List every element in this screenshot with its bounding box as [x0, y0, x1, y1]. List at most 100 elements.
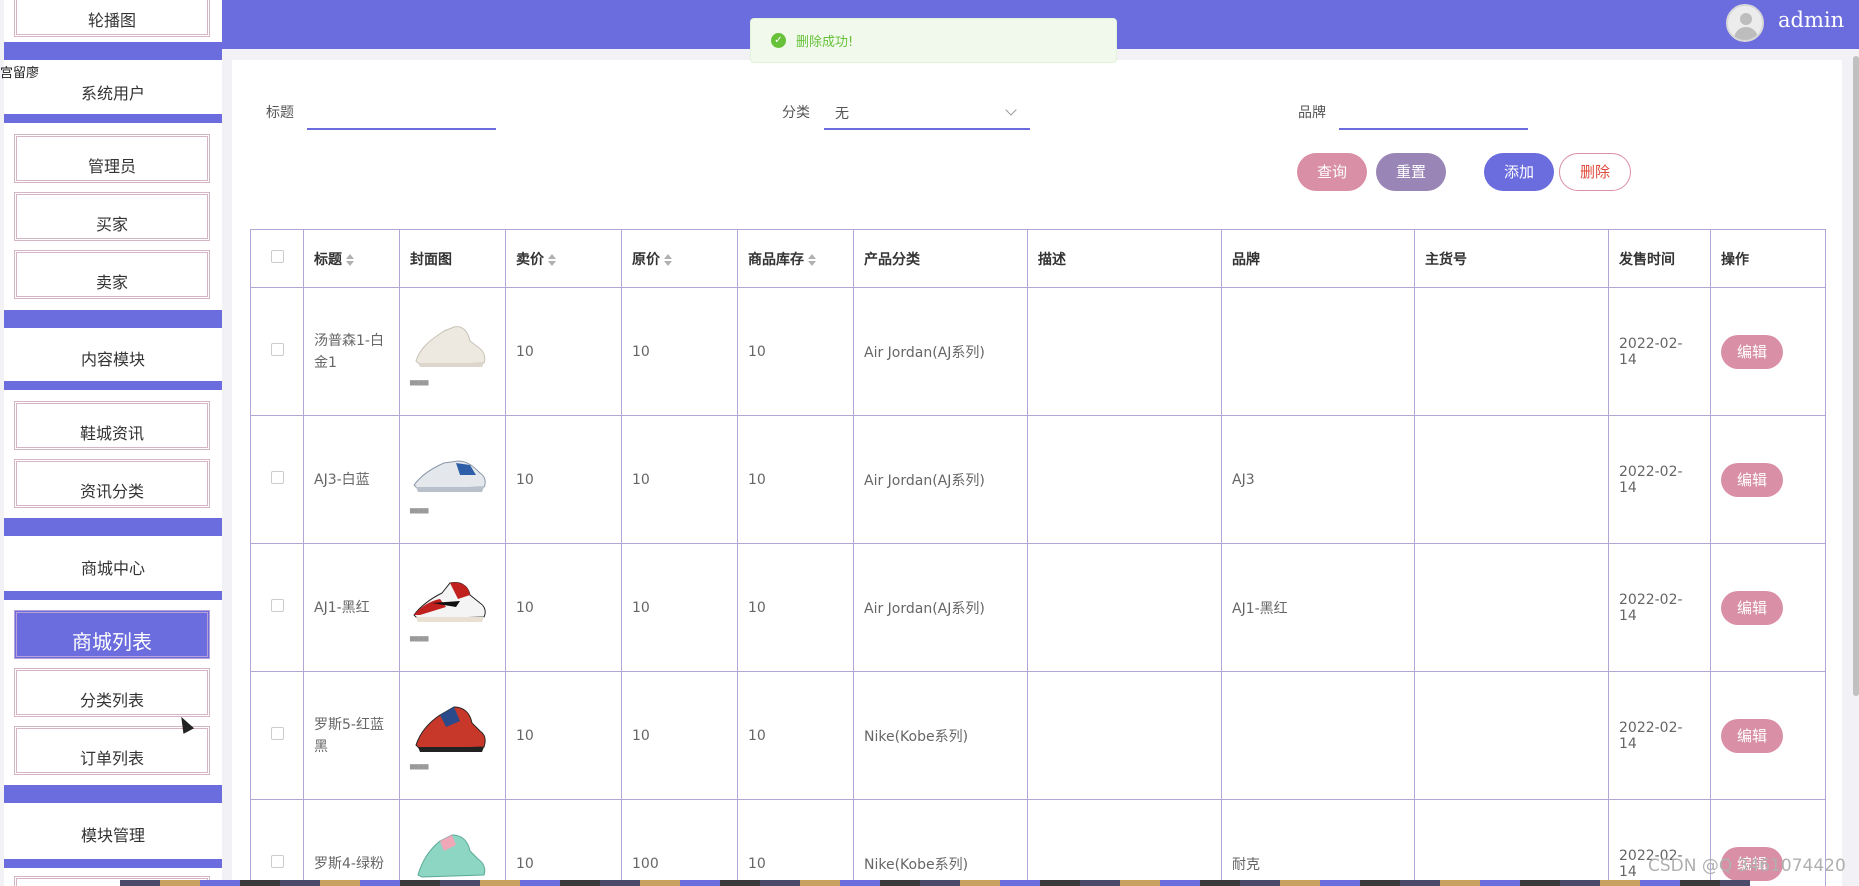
username-label[interactable]: admin: [1778, 8, 1844, 32]
cell-original-price: 10: [621, 543, 738, 672]
check-circle-icon: ✓: [771, 33, 786, 48]
taskbar-strip: [120, 880, 1750, 886]
product-table: 标题 封面图 卖价 原价 商品库存 产品分类 描述 品牌 主货号 发售时间 操作…: [250, 229, 1826, 886]
image-watermark-icon: ▆▆▆▆: [410, 507, 429, 514]
cell-stock: 10: [737, 799, 854, 886]
sort-icon[interactable]: [548, 253, 556, 266]
cell-category: Air Jordan(AJ系列): [853, 287, 1028, 416]
table-row[interactable]: AJ1-黑红 ▆▆▆▆ 10 10 10 Air Jordan(AJ系列) AJ1-黑红 20…: [250, 543, 1826, 672]
column-header-actions: 操作: [1710, 229, 1826, 288]
sidebar-divider: [4, 518, 222, 536]
cell-title: 汤普森1-白金1: [303, 287, 400, 416]
cell-price: 10: [505, 287, 622, 416]
cell-category: Nike(Kobe系列): [853, 671, 1028, 800]
brand-filter-input[interactable]: [1339, 104, 1528, 130]
row-checkbox[interactable]: [270, 599, 284, 612]
edit-button[interactable]: 编辑: [1721, 718, 1783, 753]
image-watermark-icon: ▆▆▆▆: [410, 635, 429, 642]
stray-label: 宫留廖: [0, 66, 40, 81]
cell-sku: [1414, 415, 1609, 544]
sidebar-group-system-users[interactable]: 系统用户: [4, 80, 222, 104]
cell-cover: ▆▆▆▆: [399, 287, 506, 416]
cell-brand: AJ3: [1221, 415, 1415, 544]
product-image[interactable]: [410, 829, 488, 886]
sidebar-group-content[interactable]: 内容模块: [4, 346, 222, 370]
sidebar-group-mall-center[interactable]: 商城中心: [4, 555, 222, 579]
cell-stock: 10: [737, 671, 854, 800]
edit-button[interactable]: 编辑: [1721, 590, 1783, 625]
column-header-release-date: 发售时间: [1608, 229, 1711, 288]
row-checkbox[interactable]: [270, 471, 284, 484]
page-scrollbar[interactable]: [1853, 56, 1859, 696]
image-watermark-icon: ▆▆▆▆: [410, 379, 429, 386]
cell-sku: [1414, 543, 1609, 672]
column-header-title[interactable]: 标题: [303, 229, 400, 288]
add-button[interactable]: 添加: [1484, 153, 1554, 191]
cell-stock: 10: [737, 415, 854, 544]
cell-actions: 编辑: [1710, 543, 1826, 672]
select-all-cell: [250, 229, 304, 288]
select-all-checkbox[interactable]: [270, 250, 284, 263]
sort-icon[interactable]: [664, 253, 672, 266]
row-checkbox[interactable]: [270, 855, 284, 868]
cell-description: [1027, 287, 1222, 416]
table-row[interactable]: 罗斯5-红蓝黑 ▆▆▆▆ 10 10 10 Nike(Kobe系列) 2022-02-14 编…: [250, 671, 1826, 800]
cell-brand: AJ1-黑红: [1221, 543, 1415, 672]
sidebar-group-module-management[interactable]: 模块管理: [4, 822, 222, 846]
sort-icon[interactable]: [346, 253, 354, 266]
cell-category: Air Jordan(AJ系列): [853, 415, 1028, 544]
sidebar-divider: [4, 591, 222, 600]
sidebar-item-carousel[interactable]: 轮播图: [14, 0, 210, 37]
cell-release-date: 2022-02-14: [1608, 671, 1711, 800]
cell-description: [1027, 671, 1222, 800]
product-image[interactable]: [410, 701, 488, 761]
cell-title: AJ3-白蓝: [303, 415, 400, 544]
sidebar-item-admins[interactable]: 管理员: [14, 134, 210, 183]
column-header-price[interactable]: 卖价: [505, 229, 622, 288]
sort-icon[interactable]: [808, 253, 816, 266]
row-checkbox[interactable]: [270, 727, 284, 740]
sidebar-divider: [4, 310, 222, 328]
delete-button[interactable]: 删除: [1559, 153, 1631, 191]
edit-button[interactable]: 编辑: [1721, 462, 1783, 497]
cell-title: AJ1-黑红: [303, 543, 400, 672]
sidebar-item-buyers[interactable]: 买家: [14, 192, 210, 241]
sidebar-item-news[interactable]: 鞋城资讯: [14, 401, 210, 450]
query-button[interactable]: 查询: [1297, 153, 1367, 191]
product-image[interactable]: [410, 445, 488, 505]
sidebar-divider: [4, 114, 222, 123]
app-root: admin 轮播图 系统用户 管理员 买家 卖家 内容模块 鞋城资讯 资讯分类 …: [0, 0, 1859, 886]
row-select-cell: [250, 799, 304, 886]
cell-actions: 编辑: [1710, 671, 1826, 800]
edit-button[interactable]: 编辑: [1721, 334, 1783, 369]
column-header-stock[interactable]: 商品库存: [737, 229, 854, 288]
product-image[interactable]: [410, 317, 488, 377]
cell-original-price: 100: [621, 799, 738, 886]
reset-button[interactable]: 重置: [1376, 153, 1446, 191]
table-row[interactable]: AJ3-白蓝 ▆▆▆▆ 10 10 10 Air Jordan(AJ系列) AJ3 2022-…: [250, 415, 1826, 544]
cell-category: Nike(Kobe系列): [853, 799, 1028, 886]
user-avatar[interactable]: [1726, 4, 1764, 42]
row-select-cell: [250, 415, 304, 544]
sidebar-item-product-list[interactable]: 商城列表: [14, 610, 210, 659]
sidebar-item-news-categories[interactable]: 资讯分类: [14, 459, 210, 508]
column-header-original-price[interactable]: 原价: [621, 229, 738, 288]
cell-title: 罗斯4-绿粉: [303, 799, 400, 886]
cell-stock: 10: [737, 543, 854, 672]
table-row[interactable]: 汤普森1-白金1 ▆▆▆▆ 10 10 10 Air Jordan(AJ系列) 2022-0…: [250, 287, 1826, 416]
cell-cover: ▆▆▆▆: [399, 415, 506, 544]
sidebar-item-category-list[interactable]: 分类列表: [14, 668, 210, 717]
cell-price: 10: [505, 543, 622, 672]
cell-description: [1027, 799, 1222, 886]
cell-sku: [1414, 799, 1609, 886]
title-filter-input[interactable]: [307, 104, 496, 130]
cell-release-date: 2022-02-14: [1608, 287, 1711, 416]
category-filter-select[interactable]: [824, 104, 1030, 130]
table-row[interactable]: 罗斯4-绿粉▆▆▆▆1010010Nike(Kobe系列)耐克2022-02-1…: [250, 799, 1826, 886]
row-checkbox[interactable]: [270, 343, 284, 356]
column-header-cover: 封面图: [399, 229, 506, 288]
sidebar-item-order-list[interactable]: 订单列表: [14, 726, 210, 775]
sidebar-divider: [4, 42, 222, 60]
sidebar-item-sellers[interactable]: 卖家: [14, 250, 210, 299]
product-image[interactable]: [410, 573, 488, 633]
